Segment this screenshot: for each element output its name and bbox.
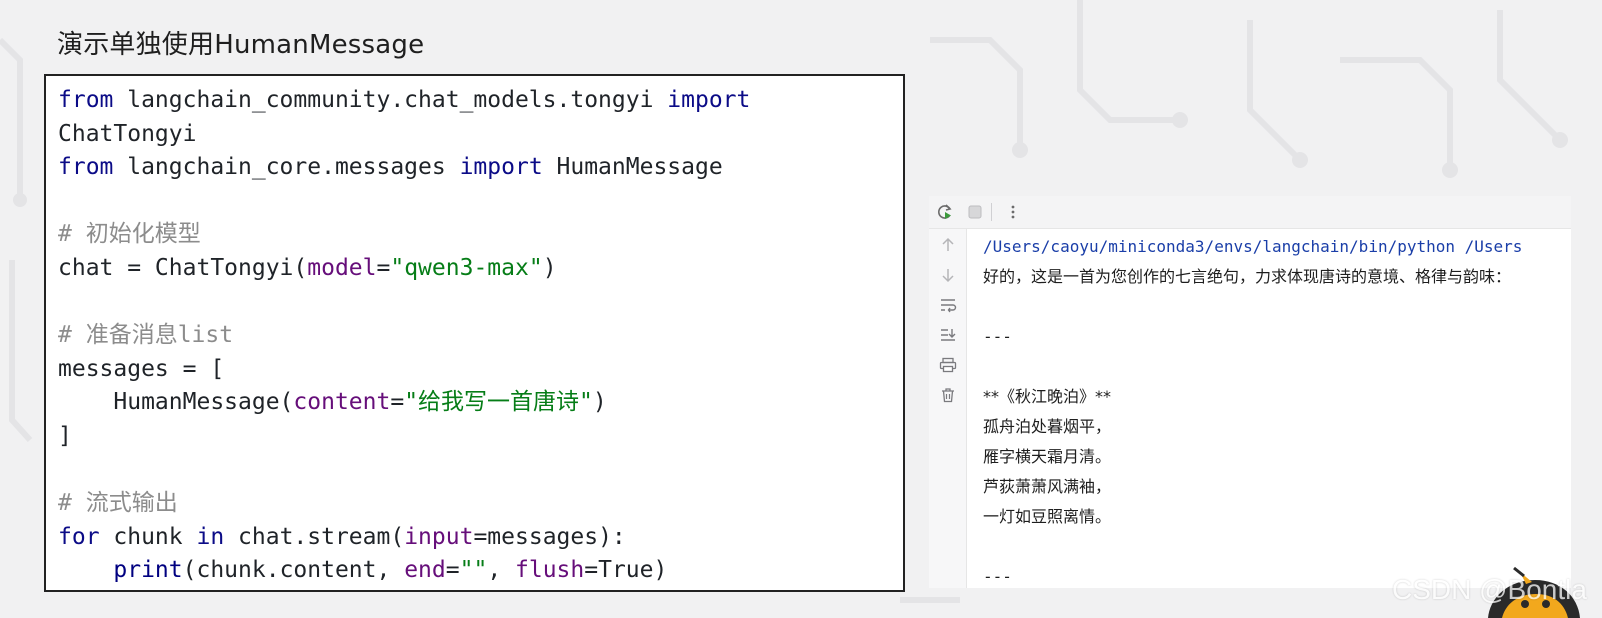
code-token: ChatTongyi <box>58 120 197 147</box>
code-token: = <box>390 389 405 416</box>
code-token: chat.stream( <box>224 523 405 550</box>
code-line: print(chunk.content, end="", flush=True) <box>58 554 891 588</box>
code-token: in <box>196 523 225 550</box>
scroll-up-icon[interactable] <box>938 235 958 255</box>
code-token: flush <box>515 557 585 584</box>
console-output: /Users/caoyu/miniconda3/envs/langchain/b… <box>983 232 1571 588</box>
trash-icon[interactable] <box>938 385 958 405</box>
run-output-panel: /Users/caoyu/miniconda3/envs/langchain/b… <box>929 196 1571 588</box>
more-options-icon[interactable] <box>1003 202 1023 222</box>
code-token: messages = [ <box>58 355 225 382</box>
scroll-down-icon[interactable] <box>938 265 958 285</box>
code-token: chunk <box>99 523 197 550</box>
code-line: for chunk in chat.stream(input=messages)… <box>58 521 891 555</box>
code-token: chat = ChatTongyi( <box>58 254 308 281</box>
code-line: ChatTongyi <box>58 118 891 152</box>
code-token: = <box>376 254 391 281</box>
code-token: ] <box>58 422 72 449</box>
code-token: langchain_core.messages <box>113 154 460 181</box>
code-token: print <box>113 557 183 584</box>
code-token: langchain_community.chat_models.tongyi <box>113 87 668 113</box>
code-token: , <box>487 557 516 584</box>
code-token: ) <box>542 254 557 281</box>
console-line: **《秋江晚泊》** <box>983 387 1112 406</box>
code-token: = <box>445 557 460 584</box>
code-token: "给我写一首唐诗" <box>404 389 593 416</box>
code-token: "qwen3-max" <box>390 254 543 281</box>
scroll-to-end-icon[interactable] <box>938 325 958 345</box>
code-token: "" <box>459 557 488 584</box>
console-line: 好的，这是一首为您创作的七言绝句，力求体现唐诗的意境、格律与韵味： <box>983 267 1512 286</box>
code-line: chat = ChatTongyi(model="qwen3-max") <box>58 252 891 286</box>
code-line: ] <box>58 420 891 454</box>
rerun-icon[interactable] <box>935 202 955 222</box>
code-token: HumanMessage( <box>58 389 294 416</box>
code-line: from langchain_community.chat_models.ton… <box>58 84 891 118</box>
code-token: import <box>667 87 751 113</box>
code-token: import <box>459 154 543 181</box>
console-line: 雁字横天霜月清。 <box>983 447 1112 466</box>
code-token: =True) <box>584 557 668 584</box>
console-line: --- <box>983 327 1012 346</box>
code-token: end <box>404 557 446 584</box>
code-token: (chunk.content, <box>182 557 405 584</box>
csdn-watermark: CSDN @Bontla <box>1392 574 1587 605</box>
code-token: for <box>58 523 100 550</box>
code-token: from <box>58 87 114 113</box>
code-line: # 准备消息list <box>58 319 891 353</box>
code-token: ) <box>592 389 607 416</box>
code-token: input <box>404 523 474 550</box>
code-token: # 准备消息list <box>58 322 234 349</box>
print-icon[interactable] <box>938 355 958 375</box>
code-block: from langchain_community.chat_models.ton… <box>44 74 905 592</box>
console-line: /Users/caoyu/miniconda3/envs/langchain/b… <box>983 237 1523 256</box>
code-line: messages = [ <box>58 353 891 387</box>
console-line: 孤舟泊处暮烟平， <box>983 417 1112 436</box>
toolbar-divider <box>991 203 992 221</box>
code-line: # 流式输出 <box>58 487 891 521</box>
soft-wrap-icon[interactable] <box>938 295 958 315</box>
code-token: content <box>293 389 391 416</box>
code-token: HumanMessage <box>542 154 723 181</box>
stop-icon[interactable] <box>965 202 985 222</box>
code-line: HumanMessage(content="给我写一首唐诗") <box>58 386 891 420</box>
console-line: 芦荻萧萧风满袖， <box>983 477 1112 496</box>
code-token: =messages): <box>473 523 626 550</box>
slide-title: 演示单独使用HumanMessage <box>57 30 425 60</box>
code-token: from <box>58 154 114 181</box>
code-line: from langchain_core.messages import Huma… <box>58 151 891 185</box>
code-token: # 流式输出 <box>58 490 178 517</box>
code-token: # 初始化模型 <box>58 221 201 248</box>
code-token: model <box>307 254 377 281</box>
run-toolbar <box>929 196 1571 229</box>
console-line: 一灯如豆照离情。 <box>983 507 1112 526</box>
code-line: # 初始化模型 <box>58 218 891 252</box>
run-gutter <box>929 229 967 588</box>
